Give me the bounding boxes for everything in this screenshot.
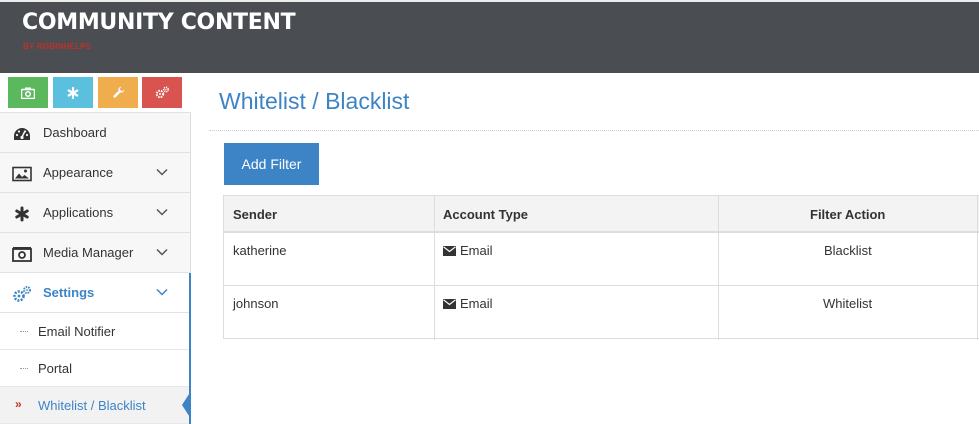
column-header-filter-action[interactable]: Filter Action [810,207,885,222]
gears-icon [12,285,32,303]
account-type-label: Email [460,296,493,311]
sidebar-item-applications[interactable]: Applications [0,193,190,233]
sidebar-item-appearance[interactable]: Appearance [0,153,190,193]
add-filter-button[interactable]: Add Filter [224,143,319,185]
account-type-label: Email [460,243,493,258]
sidebar-subitem-label: Whitelist / Blacklist [38,398,146,413]
sidebar-item-dashboard[interactable]: Dashboard [0,113,190,153]
title-divider [209,130,979,131]
chevron-down-icon[interactable] [156,287,168,297]
shortcut-camera-button[interactable] [8,77,48,108]
filter-action-cell: Blacklist [824,243,872,258]
camera-icon [21,87,35,99]
sidebar-item-label: Dashboard [43,125,107,140]
camera-icon [12,245,32,263]
page-title: Whitelist / Blacklist [219,88,410,114]
wrench-icon [112,86,124,98]
account-type-cell: Email [443,296,493,311]
table-row[interactable]: katherine Email Blacklist [224,233,979,286]
account-type-cell: Email [443,243,493,258]
tree-connector [20,368,28,369]
app-logo-title[interactable]: COMMUNITY CONTENT [22,10,296,35]
column-header-account-type[interactable]: Account Type [443,207,528,222]
sidebar-item-label: Appearance [43,165,114,180]
filter-action-cell: Whitelist [823,296,873,311]
asterisk-icon [67,86,79,99]
column-divider [977,196,978,340]
sidebar-item-label: Applications [43,205,114,220]
app-logo-subtitle: BY ROBINHELPS [23,42,92,51]
double-chevron-right-icon: » [15,397,22,411]
shortcut-settings-button[interactable] [142,77,182,108]
gears-icon [155,86,169,99]
sidebar-item-label: Settings [43,285,95,300]
sidebar-subitem-label: Email Notifier [38,324,116,339]
dashboard-icon [12,125,32,143]
shortcut-applications-button[interactable] [53,77,93,108]
sidebar-subitem-portal[interactable]: Portal [0,350,190,387]
tree-connector [20,331,28,332]
active-item-marker [182,391,191,419]
chevron-down-icon[interactable] [156,167,168,177]
sidebar-subitem-label: Portal [38,361,72,376]
sender-cell: johnson [233,296,279,311]
sidebar: Dashboard Appearance Applications Media … [0,73,191,424]
chevron-down-icon[interactable] [156,207,168,217]
top-header: COMMUNITY CONTENT BY ROBINHELPS [0,0,979,73]
sidebar-subitem-whitelist-blacklist[interactable]: » Whitelist / Blacklist [0,387,190,424]
filters-table: Sender Account Type Filter Action kather… [223,195,979,340]
column-header-sender[interactable]: Sender [233,207,277,222]
chevron-down-icon[interactable] [156,247,168,257]
shortcut-tools-button[interactable] [98,77,138,108]
shortcut-bar [0,73,191,113]
sender-cell: katherine [233,243,287,258]
column-divider [434,196,435,340]
column-divider [718,196,719,340]
sidebar-item-label: Media Manager [43,245,134,260]
envelope-icon [443,299,456,309]
sidebar-item-media-manager[interactable]: Media Manager [0,233,190,273]
picture-icon [12,165,32,183]
asterisk-icon [12,205,32,223]
envelope-icon [443,246,456,256]
sidebar-subitem-email-notifier[interactable]: Email Notifier [0,313,190,350]
table-row[interactable]: johnson Email Whitelist [224,286,979,339]
table-header-row: Sender Account Type Filter Action [224,196,979,233]
sidebar-item-settings[interactable]: Settings [0,273,190,313]
